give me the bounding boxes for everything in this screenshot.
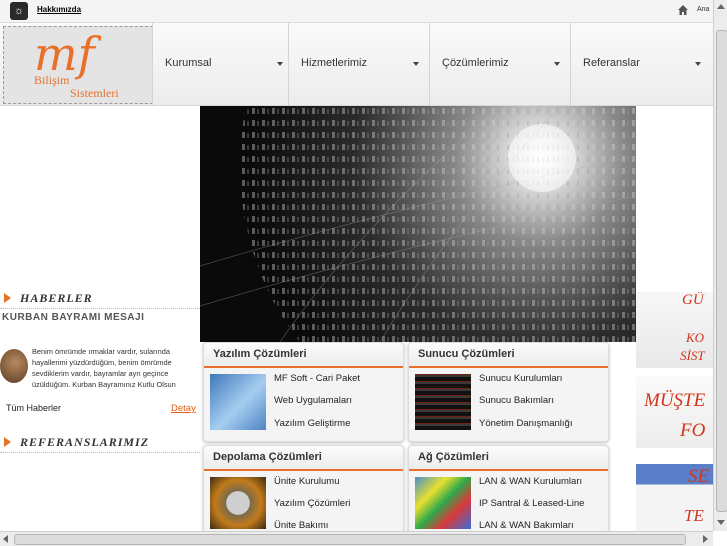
banner-text: GÜ xyxy=(682,292,704,308)
arrow-right-icon xyxy=(4,437,11,447)
network-thumbnail xyxy=(415,477,471,529)
banner-text: MÜŞTE xyxy=(644,390,706,411)
software-thumbnail xyxy=(210,374,266,430)
news-section-header: HABERLER xyxy=(0,288,200,309)
news-photo xyxy=(0,349,28,383)
references-heading: REFERANSLARIMIZ xyxy=(20,435,150,449)
panel-header: Sunucu Çözümleri xyxy=(409,343,608,368)
banner-text: SE xyxy=(688,466,710,487)
scroll-down-icon[interactable] xyxy=(717,520,725,525)
panel-link[interactable]: MF Soft - Cari Paket xyxy=(274,373,360,384)
vertical-scroll-thumb[interactable] xyxy=(716,30,727,512)
panel-link[interactable]: Web Uygulamaları xyxy=(274,395,352,406)
chevron-down-icon xyxy=(277,62,283,66)
panel-link[interactable]: LAN & WAN Bakımları xyxy=(479,520,574,531)
all-news-link[interactable]: Tüm Haberler xyxy=(6,403,61,413)
banner-text: SİST xyxy=(680,348,705,363)
news-item-title[interactable]: KURBAN BAYRAMI MESAJI xyxy=(2,312,144,323)
logo-line-2: Sistemleri xyxy=(70,86,119,100)
chevron-down-icon xyxy=(413,62,419,66)
panel-header: Ağ Çözümleri xyxy=(409,446,608,471)
software-solutions-panel: Yazılım Çözümleri MF Soft - Cari Paket W… xyxy=(203,342,404,442)
logo-line-1: Bilişim xyxy=(34,73,70,87)
panel-link[interactable]: Sunucu Bakımları xyxy=(479,395,554,406)
site-logo[interactable]: mf Bilişim Sistemleri xyxy=(3,26,153,104)
scroll-up-icon[interactable] xyxy=(717,4,725,9)
horizontal-scroll-thumb[interactable] xyxy=(14,534,686,545)
server-solutions-panel: Sunucu Çözümleri Sunucu Kurulumları Sunu… xyxy=(408,342,609,442)
references-section-header: REFERANSLARIMIZ xyxy=(0,432,200,453)
storage-thumbnail xyxy=(210,477,266,529)
panel-link[interactable]: Sunucu Kurulumları xyxy=(479,373,562,384)
hero-globe-image xyxy=(200,106,636,342)
top-bar: ☼ Hakkımızda Ana xyxy=(0,0,713,23)
panel-link[interactable]: Ünite Bakımı xyxy=(274,520,328,531)
about-link[interactable]: Hakkımızda xyxy=(37,5,81,14)
scroll-left-icon[interactable] xyxy=(3,535,8,543)
site-badge-icon[interactable]: ☼ xyxy=(10,2,28,20)
binary-globe-graphic xyxy=(200,106,636,342)
panel-title[interactable]: Sunucu Çözümleri xyxy=(418,348,515,360)
logo-mark: mf xyxy=(34,27,95,81)
chevron-down-icon xyxy=(554,62,560,66)
home-icon[interactable] xyxy=(677,4,689,16)
banner-text: TE xyxy=(684,506,704,525)
banner-1[interactable]: GÜ KO SİST xyxy=(636,292,713,368)
menu-label: Referanslar xyxy=(583,57,640,69)
server-thumbnail xyxy=(415,374,471,430)
menu-label: Çözümlerimiz xyxy=(442,57,509,69)
panel-header: Yazılım Çözümleri xyxy=(204,343,403,368)
panel-link[interactable]: Ünite Kurulumu xyxy=(274,476,339,487)
right-banner-strip: GÜ KO SİST MÜŞTE FO SE TE xyxy=(636,292,713,532)
banner-2[interactable]: MÜŞTE FO xyxy=(636,376,713,448)
vertical-scrollbar[interactable] xyxy=(713,0,727,531)
panel-header: Depolama Çözümleri xyxy=(204,446,403,471)
panel-link[interactable]: Yönetim Danışmanlığı xyxy=(479,418,572,429)
menu-hizmetlerimiz[interactable]: Hizmetlerimiz xyxy=(288,23,429,105)
panel-title[interactable]: Ağ Çözümleri xyxy=(418,451,489,463)
home-link[interactable]: Ana xyxy=(697,6,709,13)
panel-link[interactable]: IP Santral & Leased-Line xyxy=(479,498,584,509)
panel-title[interactable]: Yazılım Çözümleri xyxy=(213,348,307,360)
banner-text: FO xyxy=(680,420,706,441)
menu-label: Kurumsal xyxy=(165,57,212,69)
panel-link[interactable]: LAN & WAN Kurulumları xyxy=(479,476,582,487)
panel-title[interactable]: Depolama Çözümleri xyxy=(213,451,322,463)
news-heading: HABERLER xyxy=(20,291,93,305)
news-detail-link[interactable]: Detay xyxy=(171,403,196,414)
panel-link[interactable]: Yazılım Geliştirme xyxy=(274,418,350,429)
main-navigation: mf Bilişim Sistemleri Kurumsal Hizmetler… xyxy=(0,23,713,106)
network-solutions-panel: Ağ Çözümleri LAN & WAN Kurulumları IP Sa… xyxy=(408,445,609,533)
news-item-text: Benim ömrümde ırmaklar vardır, sularında… xyxy=(32,347,176,389)
storage-solutions-panel: Depolama Çözümleri Ünite Kurulumu Yazılı… xyxy=(203,445,404,533)
banner-3[interactable]: SE TE xyxy=(636,464,713,532)
menu-kurumsal[interactable]: Kurumsal xyxy=(152,23,293,105)
menu-label: Hizmetlerimiz xyxy=(301,57,367,69)
chevron-down-icon xyxy=(695,62,701,66)
menu-cozumlerimiz[interactable]: Çözümlerimiz xyxy=(429,23,570,105)
arrow-right-icon xyxy=(4,293,11,303)
panel-link[interactable]: Yazılım Çözümleri xyxy=(274,498,350,509)
banner-text: KO xyxy=(686,330,705,345)
horizontal-scrollbar[interactable] xyxy=(0,531,713,546)
scroll-right-icon[interactable] xyxy=(703,535,708,543)
menu-referanslar[interactable]: Referanslar xyxy=(570,23,711,105)
